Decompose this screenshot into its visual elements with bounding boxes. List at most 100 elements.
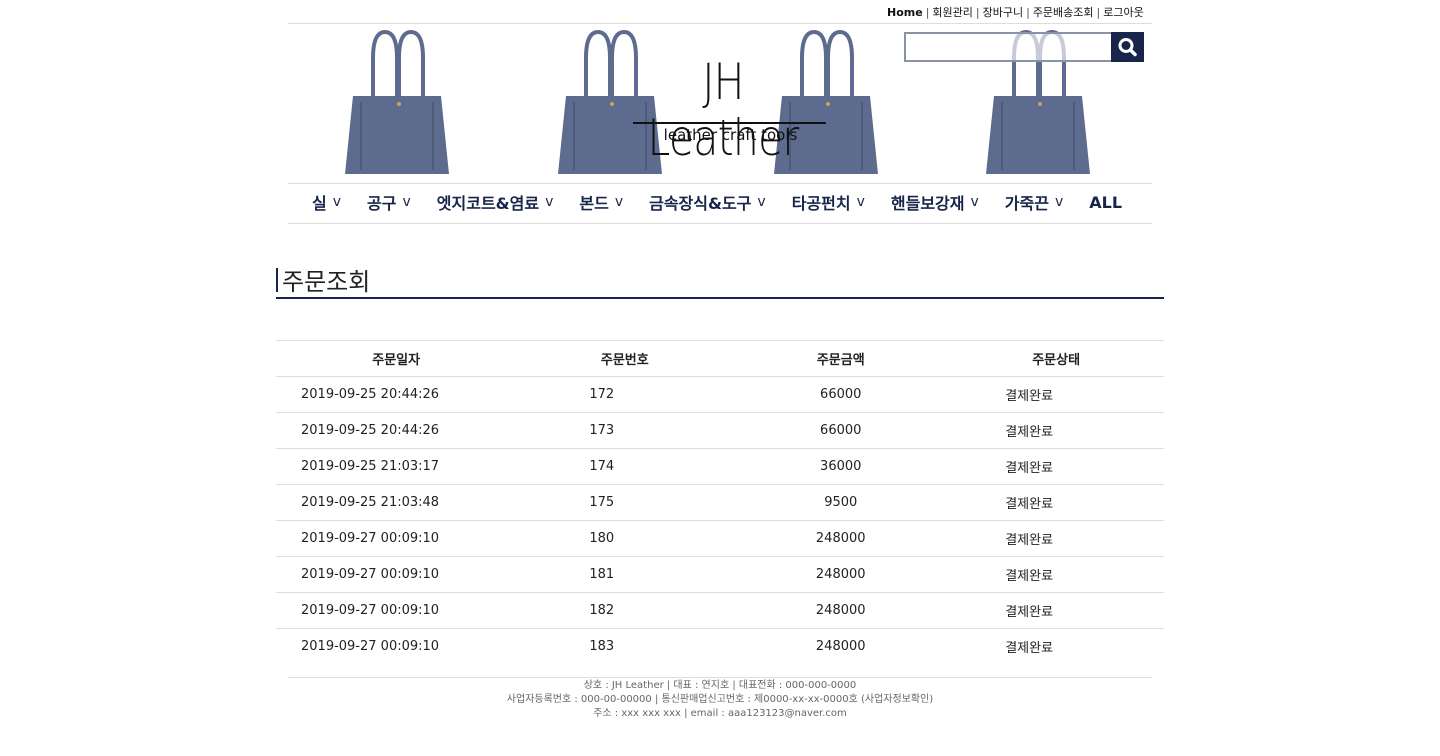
nav-item-metal[interactable]: 금속장식&도구 v	[649, 190, 766, 214]
order-amount: 248000	[733, 556, 949, 593]
footer-divider	[288, 677, 1152, 678]
nav-item-all[interactable]: ALL	[1089, 193, 1122, 212]
order-amount: 36000	[733, 448, 949, 485]
nav-item-bond[interactable]: 본드 v	[579, 190, 623, 214]
footer-registration-info: 사업자등록번호 : 000-00-00000 | 통신판매업신고번호 : 제00…	[506, 694, 934, 705]
nav-item-handle[interactable]: 핸들보강재 v	[891, 190, 979, 214]
nav-item-label: 타공펀치	[791, 194, 851, 213]
order-amount: 66000	[733, 376, 949, 413]
order-number: 174	[516, 448, 734, 485]
nav-item-thread[interactable]: 실v	[312, 190, 341, 214]
title-accent-bar	[276, 267, 278, 292]
order-amount: 248000	[733, 520, 949, 557]
separator: |	[975, 6, 980, 19]
order-date: 2019-09-27 00:09:10	[276, 628, 517, 664]
footer-contact-info: 주소 : xxx xxx xxx | email : aaa123123@nav…	[593, 708, 847, 719]
top-links: Home | 회원관리 | 장바구니 | 주문배송조회 | 로그아웃	[887, 4, 1144, 20]
nav-bottom-divider	[288, 223, 1152, 224]
order-number: 180	[516, 520, 734, 557]
order-status: 결제완료	[948, 448, 1164, 485]
chevron-down-icon: v	[614, 194, 624, 210]
nav-item-label: 핸들보강재	[890, 194, 965, 213]
order-number: 172	[516, 376, 734, 413]
separator: |	[925, 6, 930, 19]
nav-item-tools[interactable]: 공구 v	[367, 190, 411, 214]
chevron-down-icon: v	[757, 194, 766, 210]
nav-top-divider	[288, 183, 1152, 184]
order-amount: 66000	[733, 412, 949, 449]
column-header: 주문일자	[276, 340, 517, 377]
header-banner: JH Leather leather craft tools	[288, 24, 1152, 182]
chevron-down-icon: v	[402, 194, 411, 210]
order-status: 결제완료	[948, 592, 1164, 629]
separator: |	[1096, 6, 1101, 19]
search-icon	[1118, 38, 1137, 57]
cart-link[interactable]: 장바구니	[983, 6, 1023, 19]
order-date: 2019-09-25 21:03:17	[276, 448, 517, 485]
order-amount: 248000	[733, 592, 949, 629]
table-row[interactable]: 2019-09-27 00:09:10 180 248000 결제완료	[276, 520, 1164, 557]
order-date: 2019-09-25 20:44:26	[276, 412, 517, 449]
members-link[interactable]: 회원관리	[932, 6, 972, 19]
nav-item-label: 공구	[367, 194, 397, 213]
table-header-row: 주문일자 주문번호 주문금액 주문상태	[276, 340, 1164, 377]
nav-item-label: 엣지코트&염료	[436, 194, 540, 213]
table-row[interactable]: 2019-09-25 20:44:26 173 66000 결제완료	[276, 412, 1164, 449]
column-header: 주문금액	[733, 340, 949, 377]
nav-item-label: 가죽끈	[1004, 194, 1049, 213]
order-amount: 9500	[733, 484, 949, 521]
nav-item-label: 본드	[579, 194, 609, 213]
leather-bag-image	[345, 30, 449, 174]
separator: |	[1026, 6, 1030, 19]
logo-title: JH Leather	[647, 53, 800, 167]
order-status: 결제완료	[948, 376, 1164, 413]
home-link[interactable]: Home	[887, 6, 923, 19]
order-number: 182	[516, 592, 734, 629]
page-title-text: 주문조회	[282, 268, 371, 296]
order-date: 2019-09-27 00:09:10	[276, 556, 517, 593]
search-button[interactable]	[1111, 32, 1144, 62]
site-logo[interactable]: JH Leather leather craft tools	[608, 54, 838, 166]
table-row[interactable]: 2019-09-25 20:44:26 172 66000 결제완료	[276, 376, 1164, 413]
chevron-down-icon: v	[1054, 194, 1064, 210]
nav-item-edge-coat[interactable]: 엣지코트&염료 v	[437, 190, 554, 214]
order-number: 181	[516, 556, 734, 593]
search-input[interactable]	[904, 32, 1114, 62]
order-date: 2019-09-27 00:09:10	[276, 592, 517, 629]
order-number: 175	[516, 484, 734, 521]
nav-item-label: 실	[312, 194, 327, 213]
order-amount: 248000	[733, 628, 949, 664]
chevron-down-icon: v	[332, 194, 342, 210]
column-header: 주문상태	[948, 340, 1164, 377]
order-tracking-link[interactable]: 주문배송조회	[1033, 6, 1094, 19]
nav-item-strap[interactable]: 가죽끈 v	[1005, 190, 1063, 214]
logout-link[interactable]: 로그아웃	[1103, 6, 1143, 19]
column-header: 주문번호	[516, 340, 734, 377]
order-date: 2019-09-25 21:03:48	[276, 484, 517, 521]
page-title: 주문조회	[276, 262, 370, 297]
table-row[interactable]: 2019-09-27 00:09:10 181 248000 결제완료	[276, 556, 1164, 593]
table-row[interactable]: 2019-09-27 00:09:10 182 248000 결제완료	[276, 592, 1164, 629]
order-status: 결제완료	[948, 628, 1164, 664]
order-number: 173	[516, 412, 734, 449]
order-status: 결제완료	[948, 520, 1164, 557]
nav-item-punch[interactable]: 타공펀치 v	[792, 190, 865, 214]
nav-item-label: 금속장식&도구	[649, 194, 752, 213]
order-date: 2019-09-25 20:44:26	[276, 376, 517, 413]
order-status: 결제완료	[948, 556, 1164, 593]
table-row[interactable]: 2019-09-25 21:03:17 174 36000 결제완료	[276, 448, 1164, 485]
table-row[interactable]: 2019-09-25 21:03:48 175 9500 결제완료	[276, 484, 1164, 521]
orders-table: 주문일자 주문번호 주문금액 주문상태 2019-09-25 20:44:26 …	[276, 340, 1164, 664]
footer-company-info: 상호 : JH Leather | 대표 : 연지호 | 대표전화 : 000-…	[583, 680, 857, 691]
category-nav: 실v 공구 v 엣지코트&염료 v 본드 v 금속장식&도구 v 타공펀치 v 핸들보강재…	[312, 187, 1122, 217]
chevron-down-icon: v	[856, 194, 865, 210]
chevron-down-icon: v	[545, 194, 554, 210]
logo-subtitle: leather craft tools	[663, 126, 798, 144]
footer: 상호 : JH Leather | 대표 : 연지호 | 대표전화 : 000-…	[288, 679, 1152, 721]
table-row[interactable]: 2019-09-27 00:09:10 183 248000 결제완료	[276, 628, 1164, 664]
order-status: 결제완료	[948, 484, 1164, 521]
logo-underline	[633, 122, 826, 124]
title-rule	[276, 297, 1164, 299]
order-status: 결제완료	[948, 412, 1164, 449]
chevron-down-icon: v	[970, 194, 979, 210]
